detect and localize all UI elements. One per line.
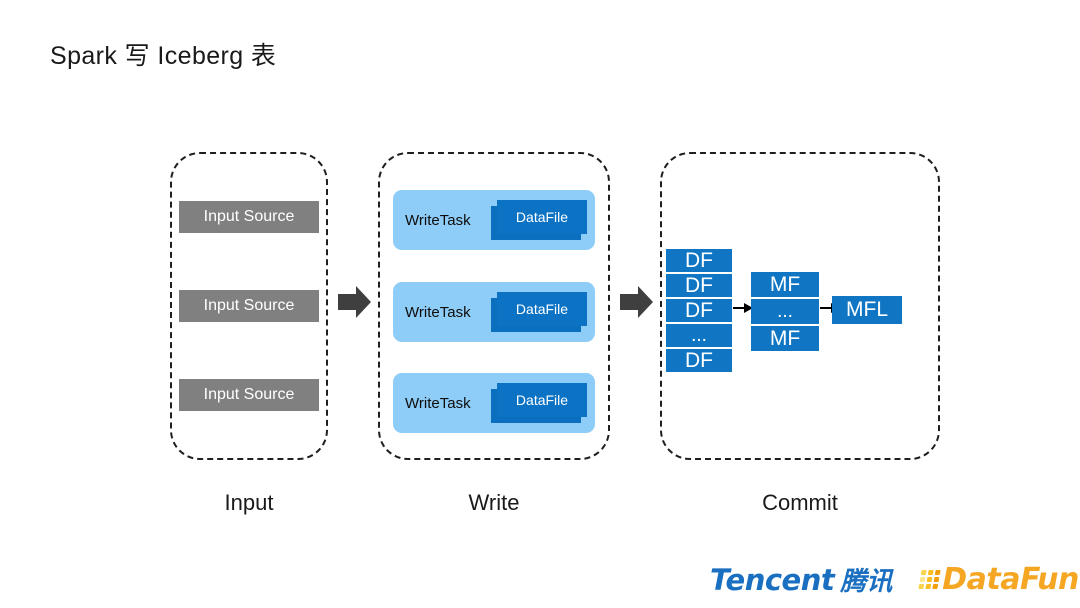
- data-file-cell: DF: [666, 249, 732, 272]
- data-file-cell: DF: [666, 274, 732, 297]
- thin-arrow-df-to-mf: [733, 300, 753, 321]
- data-file-cell: DF: [666, 349, 732, 372]
- datafile-label: DataFile: [497, 200, 587, 234]
- write-task-row: WriteTask DataFile: [393, 190, 595, 250]
- write-task-label: WriteTask: [405, 211, 471, 229]
- datafile-label: DataFile: [497, 383, 587, 417]
- datafile-label: DataFile: [497, 292, 587, 326]
- stage-label-write: Write: [468, 490, 520, 515]
- datafun-logo: DataFun.: [918, 562, 1080, 597]
- data-file-cell: DF: [666, 299, 732, 322]
- input-source-box: Input Source: [179, 379, 319, 411]
- page-title: Spark 写 Iceberg 表: [50, 42, 277, 70]
- datafile-stack-icon: DataFile: [491, 292, 587, 332]
- input-source-box: Input Source: [179, 290, 319, 322]
- stage-label-commit: Commit: [762, 490, 838, 515]
- data-file-ellipsis-cell: ...: [666, 324, 732, 347]
- slide-canvas: Spark 写 Iceberg 表 Input Source Input Sou…: [0, 0, 1080, 608]
- datafile-stack-icon: DataFile: [491, 200, 587, 240]
- datafun-wordmark: DataFun.: [942, 562, 1080, 597]
- write-task-row: WriteTask DataFile: [393, 282, 595, 342]
- manifest-list-box: MFL: [832, 296, 902, 324]
- footer-logos: Tencent 腾讯 DataFun.: [710, 556, 1080, 602]
- tencent-chinese-name: 腾讯: [840, 565, 893, 596]
- data-file-stack: DF DF DF ... DF: [666, 249, 732, 372]
- datafile-stack-icon: DataFile: [491, 383, 587, 423]
- write-task-row: WriteTask DataFile: [393, 373, 595, 433]
- datafun-dots-icon: [918, 569, 941, 589]
- block-arrow-input-to-write: [338, 285, 372, 324]
- block-arrow-write-to-commit: [620, 285, 654, 324]
- write-task-label: WriteTask: [405, 394, 471, 412]
- tencent-wordmark: Tencent: [710, 562, 835, 597]
- input-source-box: Input Source: [179, 201, 319, 233]
- manifest-file-cell: MF: [751, 272, 819, 297]
- manifest-file-stack: MF ... MF: [751, 272, 819, 351]
- datafun-wordmark-text: DataFun: [942, 561, 1079, 597]
- write-task-label: WriteTask: [405, 303, 471, 321]
- stage-label-input: Input: [224, 490, 274, 515]
- manifest-file-cell: MF: [751, 326, 819, 351]
- tencent-logo: Tencent 腾讯: [710, 561, 892, 598]
- manifest-file-ellipsis-cell: ...: [751, 299, 819, 324]
